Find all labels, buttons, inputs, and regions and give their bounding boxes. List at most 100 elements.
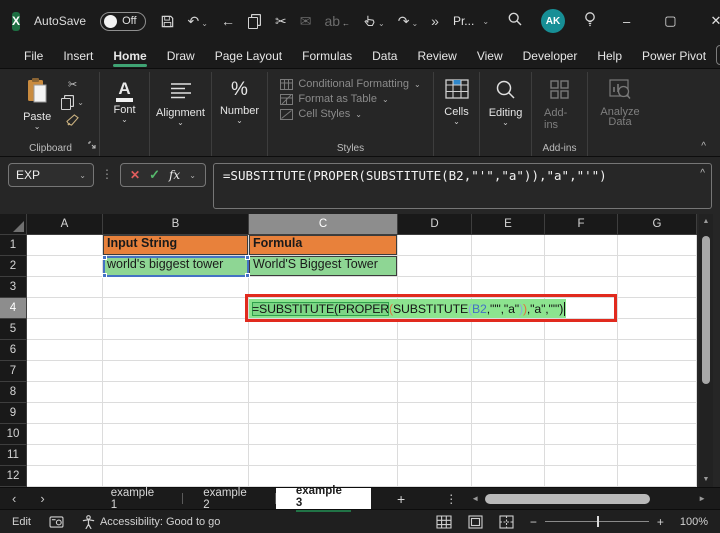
cell-E12[interactable] <box>472 466 545 487</box>
menu-data[interactable]: Data <box>362 44 407 67</box>
cell-D2[interactable] <box>398 256 472 277</box>
page-break-preview-icon[interactable] <box>499 515 514 529</box>
cell-F10[interactable] <box>545 424 618 445</box>
cells-button[interactable]: Cells ⌄ <box>438 76 474 125</box>
cell-D7[interactable] <box>398 361 472 382</box>
format-as-table-button[interactable]: Format as Table⌄ <box>280 93 420 105</box>
clipboard-dialog-launcher-icon[interactable] <box>88 136 96 154</box>
cell-C7[interactable] <box>249 361 398 382</box>
cell-G4[interactable] <box>618 298 697 319</box>
cell-A8[interactable] <box>27 382 103 403</box>
cell-F7[interactable] <box>545 361 618 382</box>
excel-logo-icon[interactable]: X <box>12 12 20 31</box>
lightbulb-icon[interactable] <box>583 11 597 32</box>
sheet-options-icon[interactable]: ⋮ <box>431 488 471 509</box>
cell-G10[interactable] <box>618 424 697 445</box>
cell-E3[interactable] <box>472 277 545 298</box>
menu-page-layout[interactable]: Page Layout <box>205 44 292 67</box>
search-icon[interactable] <box>507 11 523 32</box>
row-header-12[interactable]: 12 <box>0 466 27 487</box>
cell-F1[interactable] <box>545 235 618 256</box>
cell-A2[interactable] <box>27 256 103 277</box>
conditional-formatting-button[interactable]: Conditional Formatting⌄ <box>280 78 420 90</box>
row-header-5[interactable]: 5 <box>0 319 27 340</box>
cell-G11[interactable] <box>618 445 697 466</box>
cell-C2[interactable]: World'S Biggest Tower <box>249 256 398 277</box>
scroll-left-icon[interactable]: ◄ <box>471 494 479 503</box>
cell-B4[interactable] <box>103 298 249 319</box>
back-arrow-icon[interactable]: ← <box>221 14 235 28</box>
cell-A10[interactable] <box>27 424 103 445</box>
cell-C3[interactable] <box>249 277 398 298</box>
cell-G3[interactable] <box>618 277 697 298</box>
copy-icon[interactable] <box>248 14 262 29</box>
menu-home[interactable]: Home <box>103 44 156 67</box>
number-button[interactable]: % Number ⌄ <box>214 76 265 124</box>
menu-insert[interactable]: Insert <box>53 44 103 67</box>
scroll-down-icon[interactable]: ▼ <box>703 472 710 487</box>
cell-G7[interactable] <box>618 361 697 382</box>
scroll-right-icon[interactable]: ► <box>698 494 706 503</box>
cell-G12[interactable] <box>618 466 697 487</box>
row-header-10[interactable]: 10 <box>0 424 27 445</box>
cell-C8[interactable] <box>249 382 398 403</box>
menu-help[interactable]: Help <box>587 44 632 67</box>
cell-B12[interactable] <box>103 466 249 487</box>
cell-G1[interactable] <box>618 235 697 256</box>
macro-record-icon[interactable] <box>49 516 64 528</box>
menu-file[interactable]: File <box>14 44 53 67</box>
copy-button[interactable]: ⌄ <box>61 95 84 110</box>
cell-E5[interactable] <box>472 319 545 340</box>
row-header-11[interactable]: 11 <box>0 445 27 466</box>
row-header-1[interactable]: 1 <box>0 235 27 256</box>
qat-overflow-icon[interactable]: » <box>431 14 439 28</box>
cancel-entry-icon[interactable]: ✕ <box>130 168 140 182</box>
menu-power-pivot[interactable]: Power Pivot <box>632 44 716 67</box>
zoom-out-button[interactable]: − <box>530 515 537 529</box>
cell-B6[interactable] <box>103 340 249 361</box>
formula-input[interactable]: =SUBSTITUTE(PROPER(SUBSTITUTE(B2,"'","a"… <box>213 163 712 209</box>
row-header-4[interactable]: 4 <box>0 298 27 319</box>
undo-icon[interactable]: ↶⌄ <box>188 14 208 28</box>
cell-B9[interactable] <box>103 403 249 424</box>
cell-A11[interactable] <box>27 445 103 466</box>
cell-D8[interactable] <box>398 382 472 403</box>
menu-developer[interactable]: Developer <box>513 44 588 67</box>
cut-icon[interactable]: ✂ <box>275 14 287 28</box>
formula-bar-handle[interactable]: ⋮ <box>101 163 113 181</box>
minimize-button[interactable]: – <box>615 14 638 29</box>
cell-A5[interactable] <box>27 319 103 340</box>
cell-C10[interactable] <box>249 424 398 445</box>
cell-E6[interactable] <box>472 340 545 361</box>
cell-D5[interactable] <box>398 319 472 340</box>
inline-formula-edit[interactable]: =SUBSTITUTE(PROPER(SUBSTITUTE(B2,"'","a"… <box>249 299 566 318</box>
cell-G8[interactable] <box>618 382 697 403</box>
expand-formula-bar-icon[interactable]: ^ <box>700 168 705 179</box>
cell-C9[interactable] <box>249 403 398 424</box>
cell-F9[interactable] <box>545 403 618 424</box>
row-header-2[interactable]: 2 <box>0 256 27 277</box>
menu-review[interactable]: Review <box>407 44 466 67</box>
cell-A7[interactable] <box>27 361 103 382</box>
comments-button[interactable] <box>716 45 720 65</box>
column-header-F[interactable]: F <box>545 214 618 235</box>
cell-D9[interactable] <box>398 403 472 424</box>
cell-C12[interactable] <box>249 466 398 487</box>
row-header-7[interactable]: 7 <box>0 361 27 382</box>
cell-A6[interactable] <box>27 340 103 361</box>
cell-E1[interactable] <box>472 235 545 256</box>
cell-E11[interactable] <box>472 445 545 466</box>
alignment-button[interactable]: Alignment ⌄ <box>150 76 211 126</box>
prev-sheet-icon[interactable]: ‹ <box>0 488 28 509</box>
cell-C11[interactable] <box>249 445 398 466</box>
cell-G5[interactable] <box>618 319 697 340</box>
cell-C5[interactable] <box>249 319 398 340</box>
cell-F11[interactable] <box>545 445 618 466</box>
row-header-6[interactable]: 6 <box>0 340 27 361</box>
cell-F6[interactable] <box>545 340 618 361</box>
save-icon[interactable] <box>160 14 175 29</box>
insert-function-icon[interactable]: fx <box>169 168 180 182</box>
cell-styles-button[interactable]: Cell Styles⌄ <box>280 108 420 120</box>
cell-E10[interactable] <box>472 424 545 445</box>
column-header-D[interactable]: D <box>398 214 472 235</box>
